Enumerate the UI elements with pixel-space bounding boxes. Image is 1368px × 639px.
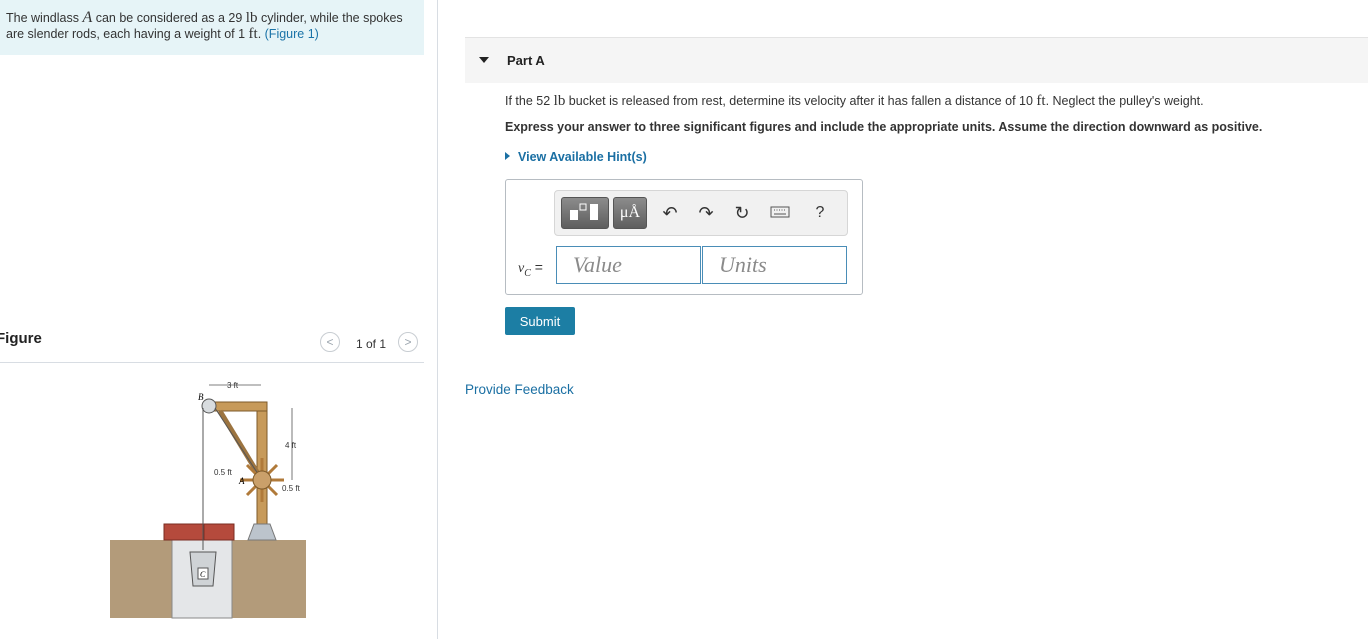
value-input[interactable] [556, 246, 701, 284]
keyboard-glyph [770, 206, 790, 218]
instruction-text: Express your answer to three significant… [505, 120, 1263, 134]
expand-triangle-icon [505, 152, 510, 160]
units-icon[interactable]: μÅ [613, 197, 647, 229]
templates-glyph [570, 203, 598, 220]
question-segment: . Neglect the pulley's weight. [1045, 94, 1204, 108]
answer-box: μÅ ↶ ↷ ↻ ? vC = [505, 179, 863, 295]
submit-button[interactable]: Submit [505, 307, 575, 335]
help-icon[interactable]: ? [809, 202, 831, 224]
hint-label: View Available Hint(s) [518, 150, 647, 164]
problem-text: . [257, 27, 265, 41]
keyboard-icon[interactable] [769, 202, 791, 224]
undo-icon[interactable]: ↶ [659, 202, 681, 224]
question-segment: If the 52 [505, 94, 554, 108]
right-panel: Part A If the 52 lb bucket is released f… [438, 0, 1368, 639]
unit-lb: lb [553, 93, 566, 109]
question-segment: bucket is released from rest, determine … [565, 94, 1037, 108]
variable-label: vC = [518, 259, 543, 279]
figure-pager: < 1 of 1 > [318, 330, 424, 354]
figure-link[interactable]: (Figure 1) [265, 27, 319, 41]
prev-figure-button[interactable]: < [320, 332, 340, 352]
view-hints-link[interactable]: View Available Hint(s) [505, 150, 647, 164]
collapse-triangle-icon[interactable] [479, 57, 489, 63]
dim-05ft-left: 0.5 ft [214, 468, 233, 477]
pager-text: 1 of 1 [356, 337, 387, 351]
pulley-b [201, 398, 217, 414]
label-b: B [198, 392, 204, 402]
equals-sign: = [530, 259, 543, 275]
label-c: C [200, 570, 206, 579]
problem-text: The windlass [6, 11, 83, 25]
redo-icon[interactable]: ↷ [695, 202, 717, 224]
left-panel: The windlass A can be considered as a 29… [0, 0, 438, 639]
templates-icon[interactable] [561, 197, 609, 229]
figure-heading: Figure [0, 330, 42, 347]
windlass-figure: B A 3 ft 4 ft 0.5 ft 0.5 ft C [110, 381, 306, 619]
math-toolbar: μÅ ↶ ↷ ↻ ? [554, 190, 848, 236]
unit-ft: ft [1036, 93, 1046, 109]
units-input[interactable] [702, 246, 847, 284]
question-text: If the 52 lb bucket is released from res… [505, 93, 1204, 110]
divider [0, 362, 424, 363]
problem-text: can be considered as a 29 [92, 11, 246, 25]
label-a: A [238, 476, 245, 486]
next-figure-button[interactable]: > [398, 332, 418, 352]
well-wall-left [163, 523, 205, 541]
var-subscript: C [524, 267, 531, 279]
unit-lb: lb [245, 10, 258, 26]
post-base [247, 523, 277, 541]
well-wall-right [203, 523, 235, 541]
windlass-a [252, 470, 272, 490]
unit-ft: ft [248, 26, 258, 42]
var-a: A [82, 9, 93, 26]
dim-05ft-right: 0.5 ft [282, 484, 301, 493]
dim-4ft: 4 ft [285, 441, 297, 450]
reset-icon[interactable]: ↻ [731, 202, 753, 224]
part-title: Part A [507, 53, 545, 68]
provide-feedback-link[interactable]: Provide Feedback [465, 382, 574, 397]
part-header[interactable]: Part A [465, 37, 1368, 83]
problem-statement: The windlass A can be considered as a 29… [0, 0, 424, 55]
dim-3ft: 3 ft [227, 381, 239, 390]
